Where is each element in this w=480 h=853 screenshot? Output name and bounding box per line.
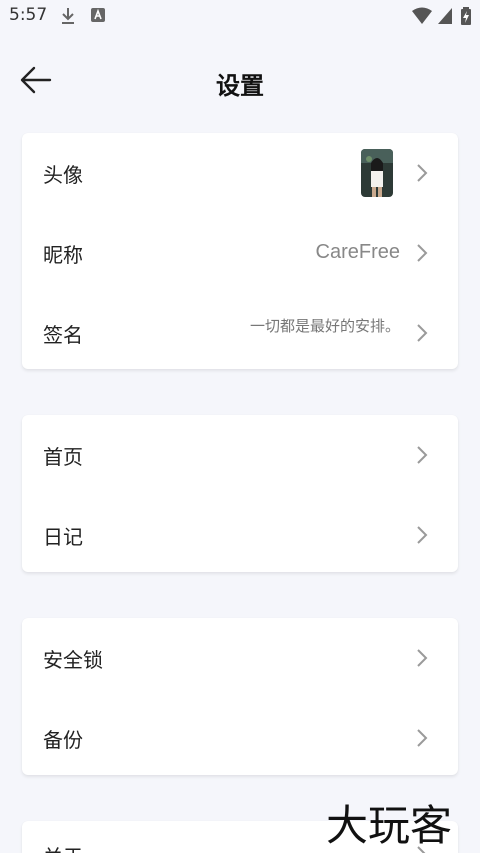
- lock-row[interactable]: 安全锁: [22, 618, 458, 698]
- navigation-card: 首页 日记: [22, 415, 458, 572]
- chevron-right-icon: [417, 164, 428, 182]
- chevron-right-icon: [417, 324, 428, 342]
- profile-card: 头像 昵称 CareFree 签名 一切都是最好的安排。: [22, 133, 458, 369]
- backup-row-label: 备份: [43, 728, 83, 752]
- wifi-icon: [412, 7, 432, 24]
- avatar-row[interactable]: 头像: [22, 133, 458, 213]
- chevron-right-icon: [417, 729, 428, 747]
- page-title: 设置: [216, 72, 264, 100]
- about-row-label: 关于: [43, 841, 83, 853]
- avatar: [361, 149, 393, 197]
- lock-row-label: 安全锁: [43, 648, 103, 672]
- diary-row[interactable]: 日记: [22, 495, 458, 575]
- nickname-row[interactable]: 昵称 CareFree: [22, 213, 458, 293]
- status-time: 5:57: [9, 5, 48, 25]
- app-header: 设置: [0, 50, 480, 114]
- security-card: 安全锁 备份: [22, 618, 458, 775]
- avatar-row-label: 头像: [43, 163, 83, 187]
- avatar-image: [361, 149, 393, 197]
- cell-signal-icon: [438, 8, 452, 24]
- diary-row-label: 日记: [43, 525, 83, 549]
- chevron-right-icon: [417, 649, 428, 667]
- signature-value: 一切都是最好的安排。: [249, 318, 400, 335]
- status-bar: 5:57: [0, 0, 480, 32]
- nickname-row-label: 昵称: [43, 243, 83, 267]
- signature-row[interactable]: 签名 一切都是最好的安排。: [22, 293, 458, 373]
- chevron-right-icon: [417, 244, 428, 262]
- chevron-right-icon: [417, 446, 428, 464]
- download-icon: [62, 8, 74, 24]
- battery-charging-icon: [461, 7, 471, 25]
- watermark-logo: 大玩客: [326, 801, 453, 850]
- signature-row-label: 签名: [43, 323, 83, 347]
- nickname-value: CareFree: [315, 241, 400, 263]
- backup-row[interactable]: 备份: [22, 698, 458, 778]
- home-row[interactable]: 首页: [22, 415, 458, 495]
- app-notification-icon: [91, 8, 105, 22]
- home-row-label: 首页: [43, 445, 83, 469]
- chevron-right-icon: [417, 526, 428, 544]
